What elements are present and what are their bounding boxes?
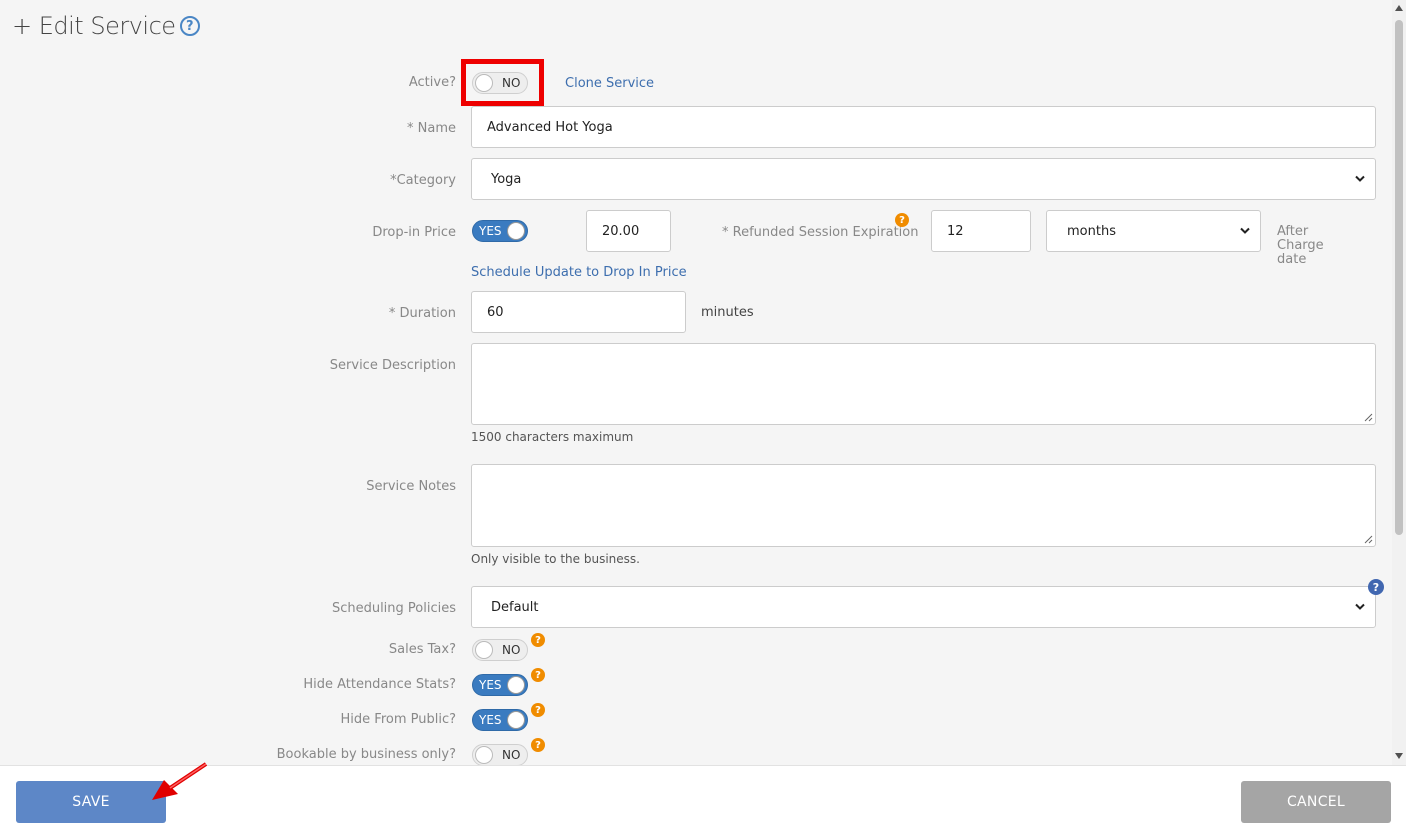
toggle-knob: [507, 711, 525, 729]
category-select-value: Yoga: [491, 171, 522, 187]
category-select[interactable]: Yoga: [471, 158, 1376, 200]
page-title: + Edit Service ?: [12, 12, 200, 40]
duration-value: 60: [487, 304, 504, 320]
arrow-annotation-icon: [152, 762, 208, 800]
page-title-text: + Edit Service: [12, 12, 176, 40]
help-icon[interactable]: ?: [531, 668, 545, 682]
bookable-toggle-text: NO: [502, 748, 521, 762]
name-label: * Name: [407, 121, 456, 136]
scheduling-policies-value: Default: [491, 599, 539, 615]
drop-in-price-toggle[interactable]: YES: [472, 220, 528, 242]
help-icon[interactable]: ?: [531, 703, 545, 717]
help-icon[interactable]: ?: [179, 16, 200, 36]
duration-label: * Duration: [388, 306, 456, 321]
bookable-label: Bookable by business only?: [276, 747, 456, 762]
bookable-toggle[interactable]: NO: [472, 744, 528, 766]
toggle-knob: [507, 676, 525, 694]
toggle-knob: [475, 746, 493, 764]
active-toggle-text: NO: [502, 76, 521, 90]
hide-attendance-toggle-text: YES: [479, 678, 502, 692]
scheduling-policies-select[interactable]: Default: [471, 586, 1376, 628]
notes-hint: Only visible to the business.: [471, 552, 640, 566]
drop-in-toggle-text: YES: [479, 224, 502, 238]
help-icon[interactable]: ?: [1368, 579, 1384, 595]
hide-attendance-label: Hide Attendance Stats?: [303, 677, 456, 692]
service-description-textarea[interactable]: [471, 343, 1376, 425]
toggle-knob: [475, 641, 493, 659]
resize-handle-icon[interactable]: [1364, 535, 1373, 544]
toggle-knob: [507, 222, 525, 240]
drop-in-price-input[interactable]: 20.00: [586, 210, 671, 252]
active-label: Active?: [408, 75, 456, 90]
chevron-down-icon: [1355, 603, 1365, 611]
hide-attendance-toggle[interactable]: YES: [472, 674, 528, 696]
service-notes-label: Service Notes: [366, 479, 456, 494]
help-icon[interactable]: ?: [531, 738, 545, 752]
scrollbar[interactable]: [1392, 0, 1406, 765]
resize-handle-icon[interactable]: [1364, 413, 1373, 422]
sales-tax-toggle[interactable]: NO: [472, 639, 528, 661]
save-button[interactable]: SAVE: [16, 781, 166, 823]
clone-service-link[interactable]: Clone Service: [565, 76, 654, 91]
scroll-up-icon[interactable]: [1395, 5, 1403, 11]
hide-public-toggle[interactable]: YES: [472, 709, 528, 731]
refund-expiration-value: 12: [947, 223, 964, 239]
cancel-button[interactable]: CANCEL: [1241, 781, 1391, 823]
chevron-down-icon: [1240, 227, 1250, 235]
name-input[interactable]: Advanced Hot Yoga: [471, 106, 1376, 148]
description-hint: 1500 characters maximum: [471, 430, 634, 444]
schedule-update-link[interactable]: Schedule Update to Drop In Price: [471, 265, 687, 280]
drop-in-price-value: 20.00: [602, 223, 640, 239]
category-label: *Category: [390, 173, 456, 188]
refund-unit-value: months: [1067, 223, 1116, 239]
scroll-down-icon[interactable]: [1395, 753, 1403, 759]
toggle-knob: [475, 74, 493, 92]
service-notes-textarea[interactable]: [471, 464, 1376, 547]
footer-bar: SAVE CANCEL: [0, 765, 1406, 835]
duration-unit: minutes: [701, 305, 754, 320]
name-input-value: Advanced Hot Yoga: [487, 119, 613, 135]
after-charge-text: After Charge date: [1277, 224, 1324, 267]
sales-tax-label: Sales Tax?: [388, 642, 456, 657]
hide-public-toggle-text: YES: [479, 713, 502, 727]
help-icon[interactable]: ?: [531, 633, 545, 647]
chevron-down-icon: [1355, 175, 1365, 183]
help-icon[interactable]: ?: [895, 213, 909, 227]
active-toggle[interactable]: NO: [472, 72, 528, 94]
drop-in-price-label: Drop-in Price: [372, 225, 456, 240]
refund-unit-select[interactable]: months: [1046, 210, 1261, 252]
refund-expiration-input[interactable]: 12: [931, 210, 1031, 252]
scrollbar-thumb[interactable]: [1395, 20, 1403, 535]
hide-public-label: Hide From Public?: [340, 712, 456, 727]
scheduling-policies-label: Scheduling Policies: [331, 601, 456, 616]
duration-input[interactable]: 60: [471, 291, 686, 333]
service-description-label: Service Description: [329, 358, 456, 373]
refund-expiration-label: * Refunded Session Expiration: [722, 225, 919, 240]
sales-tax-toggle-text: NO: [502, 643, 521, 657]
